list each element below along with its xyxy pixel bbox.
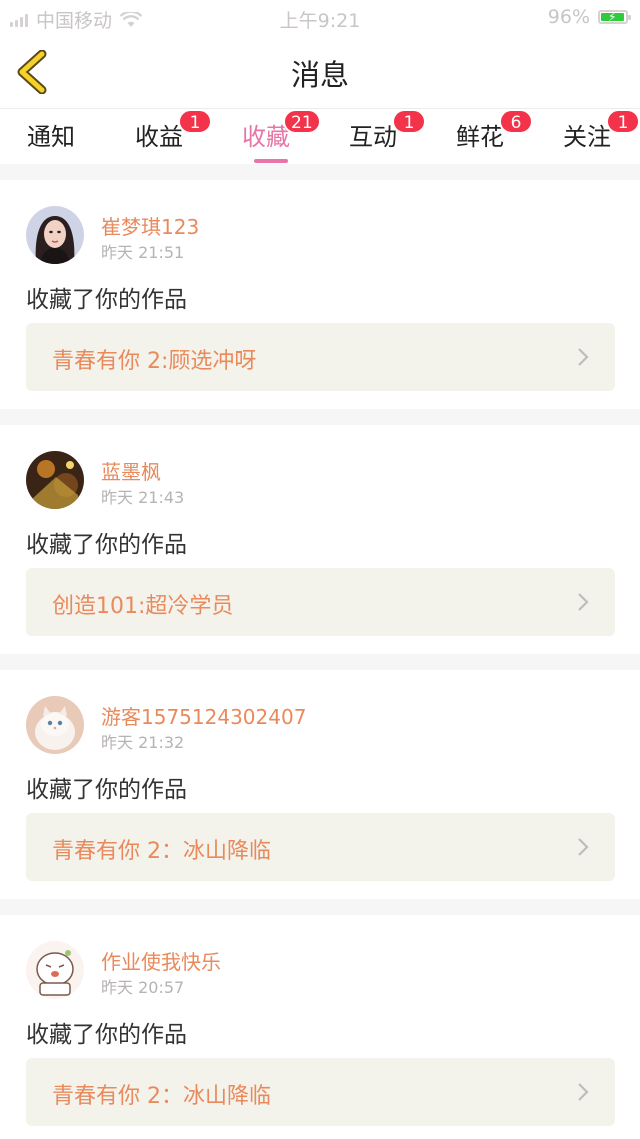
tab-badge: 21 [283, 109, 321, 134]
action-text: 收藏了你的作品 [26, 777, 187, 803]
tab-interaction[interactable]: 互动 1 [328, 109, 426, 152]
timestamp: 昨天 20:57 [101, 978, 185, 997]
action-text: 收藏了你的作品 [26, 287, 187, 313]
tab-flowers[interactable]: 鲜花 6 [435, 109, 533, 152]
tab-income[interactable]: 收益 1 [114, 109, 212, 152]
tab-underline [254, 159, 288, 163]
avatar[interactable] [26, 941, 84, 999]
tab-badge: 1 [178, 109, 212, 134]
chevron-right-icon [578, 348, 589, 366]
tab-badge: 6 [499, 109, 533, 134]
tab-badge: 1 [392, 109, 426, 134]
tab-label: 收益 [135, 123, 183, 151]
nav-bar: 消息 [0, 34, 640, 108]
battery-percent: 96% [547, 6, 590, 28]
tab-label: 关注 [563, 123, 611, 151]
work-title: 青春有你 2:顾选冲呀 [52, 349, 257, 374]
action-text: 收藏了你的作品 [26, 1022, 187, 1048]
work-link[interactable]: 青春有你 2:顾选冲呀 [26, 323, 615, 391]
work-link[interactable]: 青春有你 2：冰山降临 [26, 813, 615, 881]
status-right: 96% ⚡ [547, 6, 631, 28]
status-time: 上午9:21 [279, 10, 361, 32]
work-link[interactable]: 青春有你 2：冰山降临 [26, 1058, 615, 1126]
charging-icon: ⚡ [608, 10, 617, 24]
page-title: 消息 [290, 58, 349, 92]
chevron-right-icon [578, 838, 589, 856]
timestamp: 昨天 21:43 [101, 488, 185, 507]
work-link[interactable]: 创造101:超冷学员 [26, 568, 615, 636]
notification-card: 游客1575124302407 昨天 21:32 收藏了你的作品 青春有你 2：… [0, 670, 640, 899]
timestamp: 昨天 21:32 [101, 733, 185, 752]
chevron-right-icon [578, 593, 589, 611]
tab-notice[interactable]: 通知 [6, 117, 96, 152]
notification-list: 崔梦琪123 昨天 21:51 收藏了你的作品 青春有你 2:顾选冲呀 蓝墨枫 … [0, 180, 640, 1139]
username[interactable]: 蓝墨枫 [101, 456, 161, 485]
tab-label: 通知 [27, 123, 75, 151]
tab-favorites[interactable]: 收藏 21 [221, 109, 321, 163]
tab-label: 互动 [349, 123, 397, 151]
username[interactable]: 游客1575124302407 [101, 701, 306, 730]
tab-follow[interactable]: 关注 1 [542, 109, 640, 152]
timestamp: 昨天 21:51 [101, 243, 185, 262]
username[interactable]: 作业使我快乐 [101, 946, 221, 975]
status-bar: 中国移动 上午9:21 96% ⚡ [0, 0, 640, 34]
tab-bar: 通知 收益 1 收藏 21 互动 1 鲜花 6 关注 1 [0, 108, 640, 164]
avatar[interactable] [26, 451, 84, 509]
notification-card: 作业使我快乐 昨天 20:57 收藏了你的作品 青春有你 2：冰山降临 [0, 915, 640, 1139]
username[interactable]: 崔梦琪123 [101, 211, 199, 240]
battery-icon: ⚡ [598, 10, 631, 24]
tab-badge: 1 [606, 109, 640, 134]
work-title: 青春有你 2：冰山降临 [52, 839, 271, 864]
work-title: 青春有你 2：冰山降临 [52, 1084, 271, 1109]
tab-label: 鲜花 [456, 123, 504, 151]
action-text: 收藏了你的作品 [26, 532, 187, 558]
avatar[interactable] [26, 696, 84, 754]
notification-card: 蓝墨枫 昨天 21:43 收藏了你的作品 创造101:超冷学员 [0, 425, 640, 654]
avatar[interactable] [26, 206, 84, 264]
notification-card: 崔梦琪123 昨天 21:51 收藏了你的作品 青春有你 2:顾选冲呀 [0, 180, 640, 409]
tab-label: 收藏 [242, 123, 290, 151]
chevron-right-icon [578, 1083, 589, 1101]
work-title: 创造101:超冷学员 [52, 594, 234, 619]
